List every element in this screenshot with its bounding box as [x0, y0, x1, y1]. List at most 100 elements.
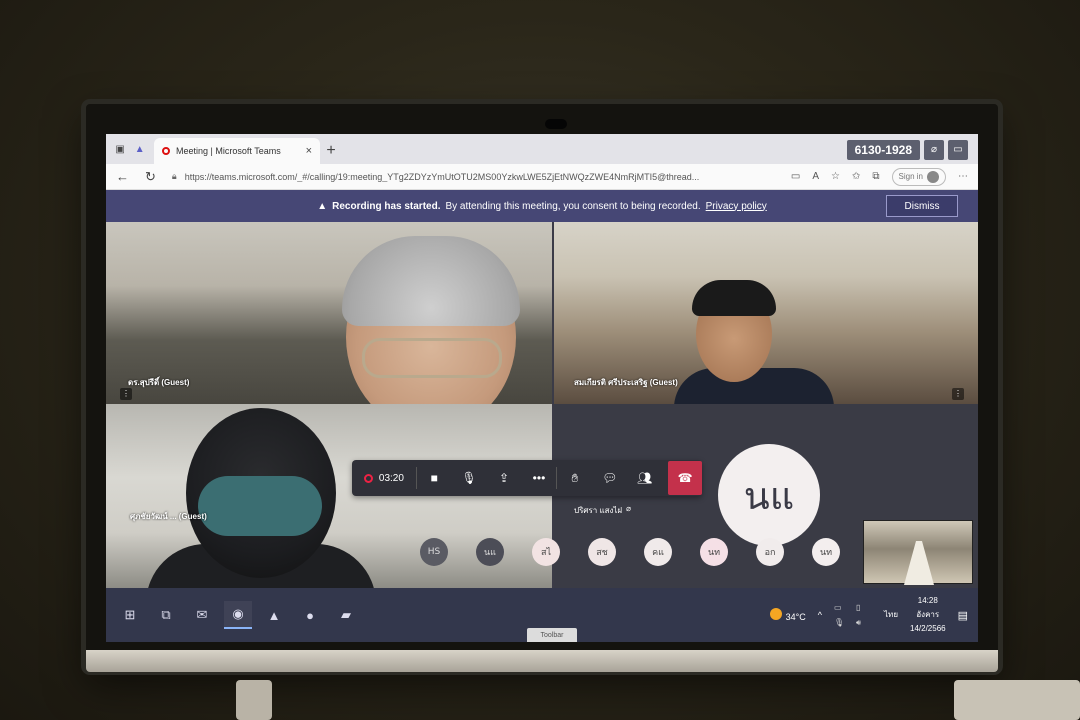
show-hidden-icons[interactable]: ^: [818, 610, 822, 620]
new-tab-button[interactable]: +: [320, 138, 342, 164]
mic-icon[interactable]: 🎙︎: [834, 618, 850, 628]
camera-permission-icon[interactable]: ▭: [791, 171, 800, 182]
video-tile-2[interactable]: สมเกียรติ ศรีประเสริฐ (Guest) ⋮: [554, 222, 978, 404]
grid-icon[interactable]: ⋮: [120, 388, 132, 400]
task-view-button[interactable]: ⧉: [152, 601, 180, 629]
share-icon: ⇪: [499, 471, 510, 485]
camera-button[interactable]: ■: [417, 460, 452, 496]
participant-name: สมเกียรติ ศรีประเสริฐ (Guest): [574, 378, 678, 387]
more-icon[interactable]: ⋯: [958, 171, 968, 182]
participant-avatar[interactable]: คแ: [644, 538, 672, 566]
tv-bezel: [86, 650, 998, 672]
tray-icons: ▭ ▯ 🎙︎ 🔊︎: [834, 603, 872, 628]
tab-close-icon[interactable]: ×: [306, 145, 312, 157]
more-icon: •••: [532, 471, 546, 485]
hang-up-button[interactable]: ☎: [668, 461, 703, 495]
back-icon[interactable]: ←: [116, 169, 129, 184]
participant-name: ดร.สุปรีดิ์ (Guest): [128, 378, 190, 387]
participant-name: ศุภชัยวัฒน์ ... (Guest): [130, 512, 207, 521]
recording-icon: [363, 473, 373, 483]
privacy-policy-link[interactable]: Privacy policy: [706, 201, 767, 212]
tab-actions: ▣ ▲: [106, 134, 154, 164]
raise-hand-button[interactable]: ✋︎: [557, 460, 592, 496]
battery-icon[interactable]: ▯: [856, 603, 872, 612]
banner-text: By attending this meeting, you consent t…: [445, 200, 701, 212]
dismiss-button[interactable]: Dismiss: [886, 195, 958, 217]
tab-actions-icon[interactable]: ▣: [115, 144, 124, 155]
chair-back: [954, 680, 1080, 720]
overlay-badge: 6130-1928 ⌀ ▭: [846, 140, 968, 160]
participant-name: ปริศรา แสงไฝ: [574, 506, 623, 515]
mic-button[interactable]: 🎙︎: [452, 460, 487, 496]
meeting-room-table: [904, 541, 934, 585]
participant-avatar-large: นแ: [718, 444, 820, 546]
muted-participant-label: ปริศรา แสงไฝ ⌀: [574, 504, 631, 517]
add-favorite-icon[interactable]: ☆: [831, 171, 840, 182]
language-indicator[interactable]: ไทย: [884, 608, 898, 622]
refresh-icon[interactable]: ↻: [145, 169, 156, 185]
mic-off-icon[interactable]: ⌀: [924, 140, 944, 160]
room-number: 6130-1928: [846, 140, 920, 160]
video-tile-1[interactable]: ดร.สุปรีดิ์ (Guest) ⋮: [106, 222, 552, 404]
start-button[interactable]: ⊞: [116, 601, 144, 629]
call-controls: 03:20 ■ 🎙︎ ⇪ ••• ✋︎ 💬︎ 👥︎ ☎: [352, 460, 703, 496]
clock[interactable]: 14:28 อังคาร 14/2/2566: [910, 594, 946, 636]
recording-banner: ▲ Recording has started. By attending th…: [106, 190, 978, 222]
participant-avatar[interactable]: นแ: [476, 538, 504, 566]
url-text: https://teams.microsoft.com/_#/calling/1…: [184, 171, 700, 182]
clock-date: 14/2/2566: [910, 624, 946, 633]
participant-avatar[interactable]: อก: [756, 538, 784, 566]
whiteboard-icon: ▰: [341, 607, 351, 622]
sign-in-button[interactable]: Sign in: [891, 167, 946, 186]
participant-avatar[interactable]: นท: [812, 538, 840, 566]
taskbar-app-edge[interactable]: ◉: [224, 601, 252, 629]
tab-teams-meeting[interactable]: Meeting | Microsoft Teams ×: [154, 138, 320, 164]
grid-icon[interactable]: ⋮: [952, 388, 964, 400]
share-button[interactable]: ⇪: [487, 460, 522, 496]
participant-glasses: [362, 338, 502, 378]
lock-icon: 🔒︎: [171, 171, 177, 181]
taskbar-app-chat[interactable]: ●: [296, 601, 324, 629]
tab-title: Meeting | Microsoft Teams: [176, 146, 281, 156]
taskbar-app-whiteboard[interactable]: ▰: [332, 601, 360, 629]
participant-avatar[interactable]: สไ: [532, 538, 560, 566]
display-icon[interactable]: ▭: [834, 603, 850, 612]
toolbar-tab[interactable]: Toolbar: [527, 628, 577, 642]
clock-day: อังคาร: [916, 610, 940, 619]
toolbar-label: Toolbar: [540, 631, 564, 639]
banner-bold-text: Recording has started.: [332, 200, 441, 212]
collections-icon[interactable]: ⧉: [872, 171, 879, 182]
warning-icon: ▲: [317, 200, 328, 212]
teams-icon: ▲: [267, 607, 281, 623]
hand-icon: ✋︎: [571, 470, 579, 485]
address-bar: ← ↻ 🔒︎ https://teams.microsoft.com/_#/ca…: [106, 164, 978, 190]
notifications-icon[interactable]: ▤: [958, 609, 968, 622]
url-field[interactable]: 🔒︎ https://teams.microsoft.com/_#/callin…: [172, 171, 775, 182]
participants-button[interactable]: 👥︎: [627, 460, 662, 496]
windows-icon: ⊞: [124, 607, 136, 622]
sun-icon: [769, 608, 782, 620]
taskbar-app-teams[interactable]: ▲: [260, 601, 288, 629]
read-aloud-icon[interactable]: A: [812, 171, 819, 182]
timer-text: 03:20: [378, 472, 404, 484]
mail-icon: ✉: [196, 607, 208, 622]
taskbar-app-mail[interactable]: ✉: [188, 601, 216, 629]
clock-time: 14:28: [917, 596, 938, 605]
self-view[interactable]: [863, 520, 973, 585]
participant-hair: [342, 236, 520, 326]
weather[interactable]: 34°C: [769, 608, 806, 622]
participant-avatar[interactable]: HS: [420, 538, 448, 566]
volume-icon[interactable]: 🔊︎: [856, 618, 872, 628]
face-mask: [198, 476, 322, 536]
screen-icon[interactable]: ▭: [948, 140, 968, 160]
recording-timer: 03:20: [352, 460, 416, 496]
tv-stand-left: [236, 680, 272, 720]
favorites-icon[interactable]: ✩: [852, 171, 860, 182]
participant-avatar[interactable]: นท: [700, 538, 728, 566]
chat-button[interactable]: 💬︎: [592, 460, 627, 496]
participant-avatar[interactable]: สช: [588, 538, 616, 566]
participant-hair: [692, 280, 776, 316]
more-actions-button[interactable]: •••: [522, 460, 557, 496]
edge-icon: ◉: [232, 606, 244, 621]
mic-icon: 🎙︎: [461, 471, 477, 485]
